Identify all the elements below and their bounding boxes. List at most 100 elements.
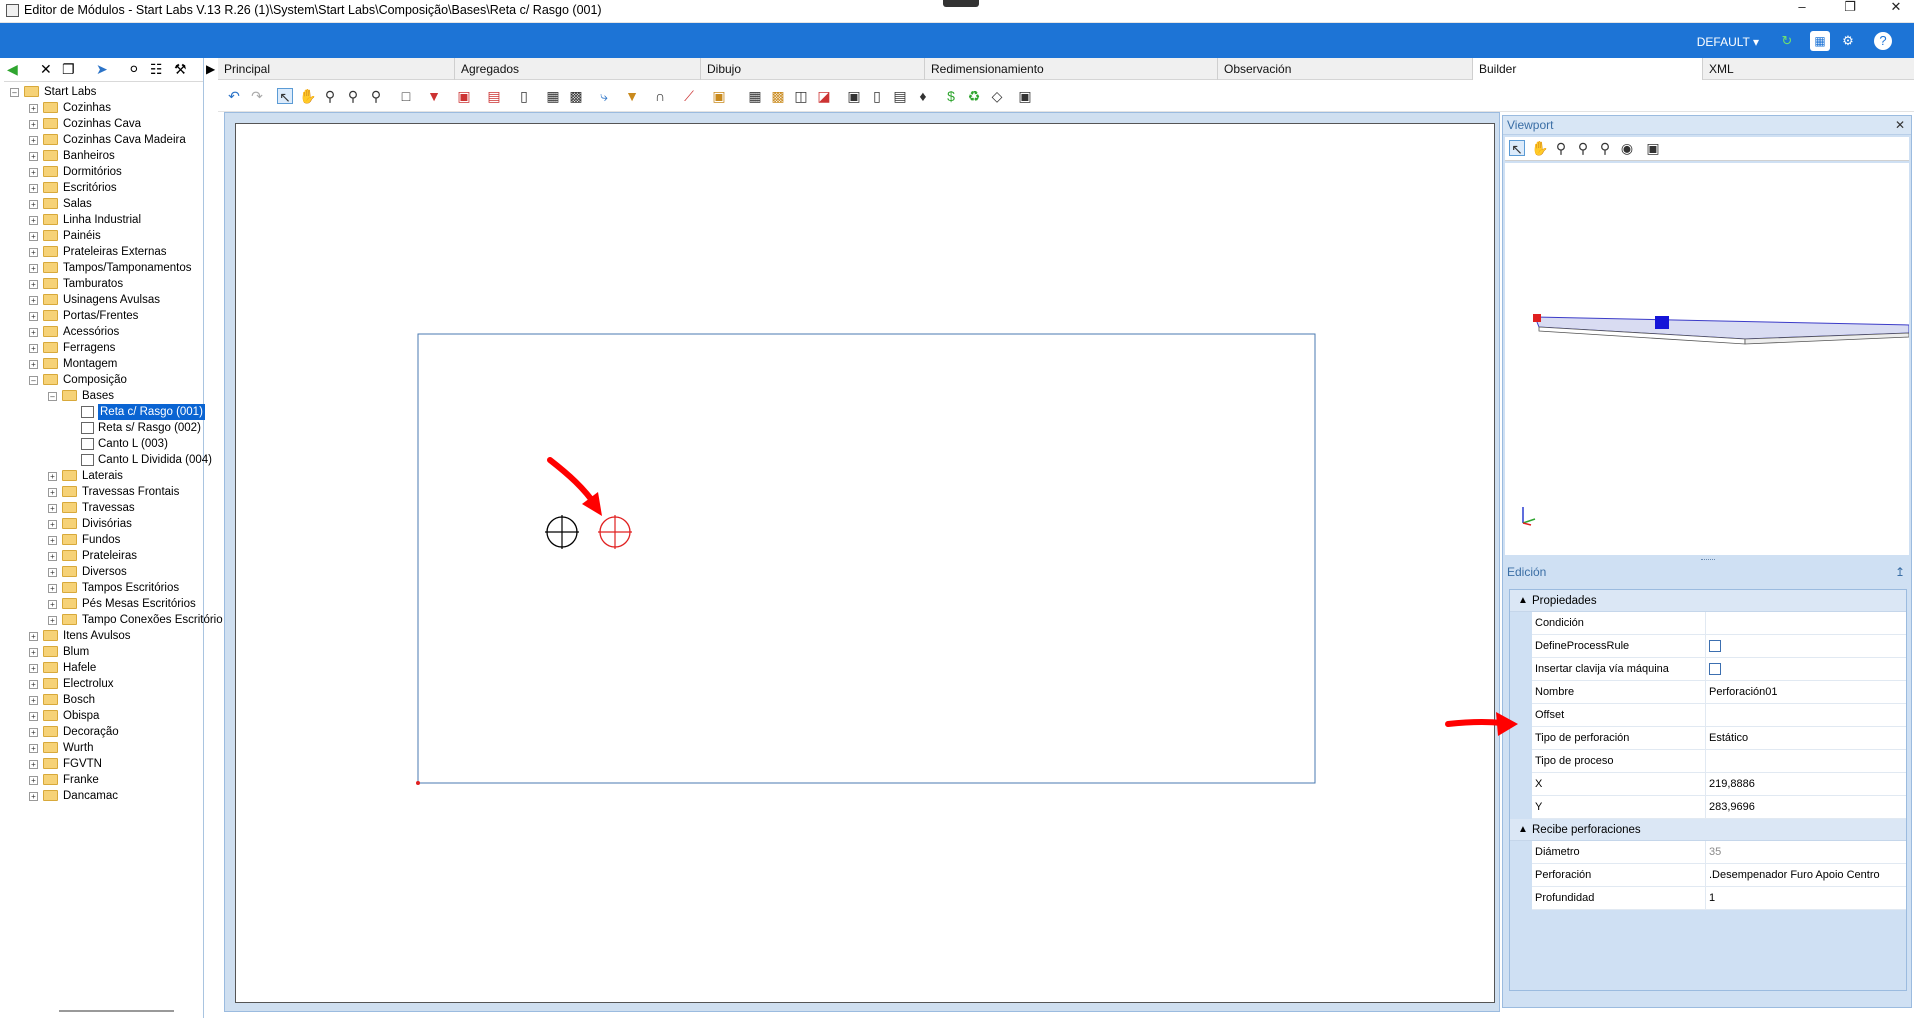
tree-item[interactable]: + Hafele — [10, 660, 204, 676]
insert-part-icon[interactable]: ▣ — [456, 88, 472, 104]
tree-item[interactable]: + Banheiros — [10, 148, 204, 164]
line-tool-icon[interactable]: ⟋ — [681, 88, 697, 104]
expand-toggle-icon[interactable]: + — [29, 152, 38, 161]
vp-select-icon[interactable]: ↖ — [1509, 140, 1525, 157]
drawing-canvas[interactable] — [235, 123, 1495, 1003]
tree-module-item[interactable]: Reta c/ Rasgo (001) — [10, 404, 205, 420]
tree-item[interactable]: + Tampos/Tamponamentos — [10, 260, 204, 276]
expand-toggle-icon[interactable]: + — [29, 792, 38, 801]
expand-toggle-icon[interactable]: + — [48, 616, 57, 625]
tree-item[interactable]: + Travessas Frontais — [10, 484, 204, 500]
tab-dibujo[interactable]: Dibujo — [701, 58, 925, 80]
vp-zoom-in-icon[interactable]: ⚲ — [1575, 140, 1591, 156]
tree-item[interactable]: + Tampos Escritórios — [10, 580, 204, 596]
expand-toggle-icon[interactable]: + — [48, 504, 57, 513]
expand-toggle-icon[interactable]: + — [29, 104, 38, 113]
expand-toggle-icon[interactable]: + — [48, 568, 57, 577]
group-tool-icon[interactable]: ▣ — [711, 88, 727, 104]
property-value[interactable] — [1705, 612, 1880, 634]
zoom-in-icon[interactable]: ⚲ — [345, 88, 361, 104]
property-row[interactable]: Offset — [1532, 704, 1906, 727]
import-icon[interactable]: ☷ — [150, 61, 163, 78]
expand-toggle-icon[interactable]: + — [29, 360, 38, 369]
close-window-button[interactable]: ✕ — [1878, 0, 1914, 16]
tree-item[interactable]: + Portas/Frentes — [10, 308, 204, 324]
columns-tool-icon[interactable]: ◫ — [793, 88, 809, 104]
eraser-icon[interactable]: ◇ — [989, 88, 1005, 104]
expand-toggle-icon[interactable]: + — [29, 200, 38, 209]
image-tool-icon[interactable]: ▦ — [747, 88, 763, 104]
expand-toggle-icon[interactable]: + — [29, 120, 38, 129]
expand-toggle-icon[interactable]: + — [29, 776, 38, 785]
vp-zoom-window-icon[interactable]: ⚲ — [1553, 140, 1569, 156]
tree-item[interactable]: + Linha Industrial — [10, 212, 204, 228]
delete-icon[interactable]: ✕ — [40, 61, 52, 78]
tab-xml[interactable]: XML — [1703, 58, 1914, 80]
minimize-button[interactable]: – — [1784, 0, 1820, 16]
tree-item[interactable]: + Ferragens — [10, 340, 204, 356]
panel-tool-icon[interactable]: ▤ — [486, 88, 502, 104]
vp-zoom-extents-icon[interactable]: ⚲ — [1597, 140, 1613, 156]
help-icon[interactable]: ? — [1874, 32, 1892, 50]
expand-toggle-icon[interactable]: + — [29, 264, 38, 273]
tab-observacion[interactable]: Observación — [1218, 58, 1473, 80]
tree-module-item[interactable]: Canto L (003) — [10, 436, 204, 452]
select-arrow-icon[interactable]: ↖ — [277, 88, 293, 105]
tree-module-item[interactable]: Reta s/ Rasgo (002) — [10, 420, 204, 436]
property-value[interactable]: 1 — [1705, 887, 1880, 909]
tree-item[interactable]: + Wurth — [10, 740, 204, 756]
path-tool-icon[interactable]: ⤷ — [596, 88, 612, 104]
side-panel-icon[interactable]: ▯ — [516, 88, 532, 104]
pan-hand-icon[interactable]: ✋ — [299, 88, 316, 104]
expand-toggle-icon[interactable]: + — [29, 632, 38, 641]
property-row[interactable]: X 219,8886 — [1532, 773, 1906, 796]
tree-item[interactable]: – Composição — [10, 372, 204, 388]
vp-orbit-icon[interactable]: ◉ — [1619, 140, 1635, 156]
property-value[interactable] — [1705, 635, 1880, 657]
vp-pan-icon[interactable]: ✋ — [1531, 140, 1548, 156]
expand-toggle-icon[interactable]: + — [48, 520, 57, 529]
zoom-extents-icon[interactable]: ⚲ — [368, 88, 384, 104]
pin-icon[interactable]: ↥ — [1895, 563, 1905, 582]
tree-item[interactable]: + Obispa — [10, 708, 204, 724]
expand-toggle-icon[interactable]: + — [48, 584, 57, 593]
tree-item[interactable]: + Prateleiras Externas — [10, 244, 204, 260]
restore-button[interactable]: ❐ — [1832, 0, 1868, 16]
property-row[interactable]: Condición — [1532, 612, 1906, 635]
profile-dropdown[interactable]: DEFAULT ▾ — [1697, 35, 1759, 49]
property-row[interactable]: Profundidad 1 — [1532, 887, 1906, 910]
expand-toggle-icon[interactable]: + — [29, 648, 38, 657]
frame-tool-icon[interactable]: ∩ — [652, 88, 668, 104]
redo-icon[interactable]: ↷ — [249, 88, 265, 104]
close-viewport-icon[interactable]: ✕ — [1895, 116, 1905, 135]
tree-item[interactable]: + Cozinhas Cava Madeira — [10, 132, 204, 148]
layers-icon[interactable]: ▩ — [568, 88, 584, 104]
cost-tool-icon[interactable]: ♦ — [915, 88, 931, 104]
cabinet-tool-icon[interactable]: ▯ — [869, 88, 885, 104]
tree-item[interactable]: + Laterais — [10, 468, 204, 484]
expand-toggle-icon[interactable]: – — [29, 376, 38, 385]
tree-item[interactable]: + Tampo Conexões Escritório — [10, 612, 223, 628]
category-recibe-perforaciones[interactable]: ▲ Recibe perforaciones — [1510, 819, 1906, 841]
cube-tool-icon[interactable]: ▣ — [846, 88, 862, 104]
expand-toggle-icon[interactable]: + — [48, 472, 57, 481]
drill-tool-icon[interactable]: ▼ — [426, 88, 442, 104]
grid-tool-icon[interactable]: ▦ — [545, 88, 561, 104]
expand-toggle-icon[interactable]: + — [48, 536, 57, 545]
property-checkbox[interactable] — [1709, 640, 1721, 652]
property-value[interactable]: 219,8886 — [1705, 773, 1880, 795]
tree-item[interactable]: + Travessas — [10, 500, 204, 516]
tree-item[interactable]: + Divisórias — [10, 516, 204, 532]
property-checkbox[interactable] — [1709, 663, 1721, 675]
collapse-panel-icon[interactable]: ▶ — [206, 62, 215, 76]
tree-item-bases[interactable]: – Bases — [10, 388, 204, 404]
tab-principal[interactable]: Principal — [218, 58, 455, 80]
expand-toggle-icon[interactable]: + — [29, 168, 38, 177]
expand-toggle-icon[interactable]: + — [29, 248, 38, 257]
property-row[interactable]: Y 283,9696 — [1532, 796, 1906, 819]
recycle-icon[interactable]: ♻ — [966, 88, 982, 104]
copy-icon[interactable]: ❐ — [62, 61, 75, 78]
expand-toggle-icon[interactable]: + — [29, 712, 38, 721]
horizontal-scrollbar[interactable] — [59, 1010, 174, 1012]
expand-toggle-icon[interactable]: + — [29, 328, 38, 337]
